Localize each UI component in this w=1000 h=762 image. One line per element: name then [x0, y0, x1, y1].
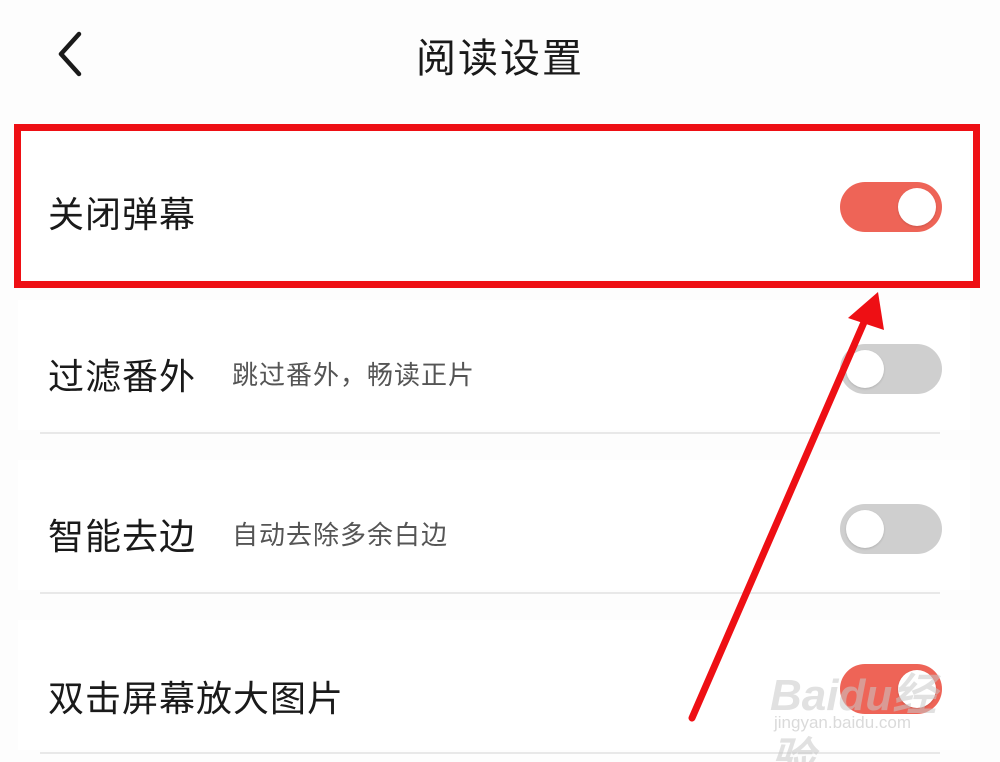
setting-description: 跳过番外，畅读正片 [232, 361, 476, 391]
close-danmaku-toggle[interactable] [840, 182, 942, 232]
reading-settings-screen: 阅读设置 关闭弹幕 过滤番外 跳过番外，畅读正片 智能去边 自动去除多余白边 双… [0, 0, 1000, 762]
setting-row-filter-extras: 过滤番外 跳过番外，畅读正片 [18, 300, 970, 430]
setting-row-smart-trim: 智能去边 自动去除多余白边 [18, 460, 970, 590]
baidu-watermark: Baidu经验 jingyan.baidu.com [770, 655, 950, 762]
setting-label: 关闭弹幕 [48, 195, 197, 236]
smart-trim-toggle[interactable] [840, 504, 942, 554]
header-bar: 阅读设置 [0, 0, 1000, 110]
row-divider [40, 432, 940, 434]
toggle-knob [846, 510, 884, 548]
watermark-url: jingyan.baidu.com [774, 713, 912, 732]
setting-description: 自动去除多余白边 [232, 521, 449, 551]
watermark-brand: Baidu经验 [770, 671, 937, 762]
page-title: 阅读设置 [416, 36, 584, 82]
filter-extras-toggle[interactable] [840, 344, 942, 394]
row-divider [40, 592, 940, 594]
setting-label: 过滤番外 [48, 357, 197, 398]
toggle-knob [898, 188, 936, 226]
toggle-knob [846, 350, 884, 388]
setting-label: 智能去边 [48, 517, 197, 558]
setting-label: 双击屏幕放大图片 [48, 679, 345, 720]
setting-row-close-danmaku: 关闭弹幕 [18, 130, 970, 280]
